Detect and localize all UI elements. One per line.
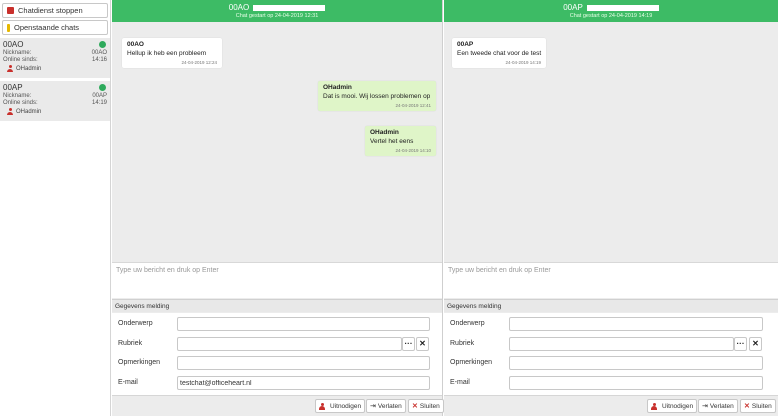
online-status-icon [99, 41, 106, 48]
message-text: Dat is mooi. Wij lossen problemen op [323, 93, 431, 100]
leave-button[interactable]: ⇥ Verlaten [366, 399, 406, 413]
user-icon [651, 402, 657, 410]
chat-entry-title: 00AP [3, 83, 23, 92]
message-text: Een tweede chat voor de test [457, 50, 542, 57]
chat-started-info: Chat gestart op 24-04-2019 14:19 [569, 13, 653, 19]
chat-list-item[interactable]: 00AP Nickname: 00AP Online sinds: 14:19 … [0, 81, 110, 122]
chat-footer: Uitnodigen ⇥ Verlaten ✕ Sluiten [444, 395, 778, 416]
subject-input[interactable] [177, 317, 430, 331]
message-input[interactable] [444, 263, 778, 298]
assigned-user: OHadmin [16, 65, 42, 72]
user-icon [7, 108, 13, 115]
close-label: Sluiten [751, 402, 772, 410]
email-field[interactable] [509, 376, 763, 390]
user-icon [319, 402, 325, 410]
subject-label: Onderwerp [450, 320, 485, 327]
stop-chat-service-button[interactable]: Chatdienst stoppen [2, 3, 108, 18]
close-label: Sluiten [419, 402, 440, 410]
chat-header: 00AO Chat gestart op 24-04-2019 12:31 [112, 0, 442, 22]
category-input[interactable] [509, 337, 734, 351]
subject-input[interactable] [509, 317, 763, 331]
invite-label: Uitnodigen [330, 402, 362, 410]
category-label: Rubriek [450, 340, 475, 347]
message-timestamp: 24-04-2019 14:10 [395, 148, 431, 153]
message-text: Vertel het eens [370, 138, 414, 145]
message-sender: 00AP [457, 41, 474, 48]
message-bubble: OHadmin Dat is mooi. Wij lossen probleme… [318, 81, 436, 111]
chat-title: 00AO [228, 3, 250, 12]
chat-started-info: Chat gestart op 24-04-2019 12:31 [235, 13, 319, 19]
open-chats-label: Openstaande chats [14, 23, 80, 32]
remarks-label: Opmerkingen [450, 359, 493, 366]
close-button[interactable]: ✕ Sluiten [740, 399, 776, 413]
chat-header: 00AP Chat gestart op 24-04-2019 14:19 [444, 0, 778, 22]
remarks-input[interactable] [177, 356, 430, 370]
online-since-value: 14:16 [91, 57, 107, 63]
close-button[interactable]: ✕ Sluiten [408, 399, 444, 413]
nickname-label: Nickname: [3, 93, 32, 99]
message-input[interactable] [112, 263, 442, 298]
exit-arrow-icon: ⇥ [370, 403, 376, 410]
online-status-icon [99, 84, 106, 91]
stop-chat-service-label: Chatdienst stoppen [18, 6, 83, 15]
chat-title: 00AP [563, 3, 583, 12]
online-since-label: Online sinds: [3, 100, 38, 106]
message-timestamp: 24-04-2019 12:24 [181, 60, 217, 65]
message-bubble: 00AP Een tweede chat voor de test 24-04-… [452, 38, 546, 68]
email-label: E-mail [450, 379, 470, 386]
email-field[interactable] [177, 376, 430, 390]
close-icon[interactable]: ✕ [749, 337, 762, 351]
section-title: Gegevens melding [112, 299, 442, 312]
remarks-label: Opmerkingen [118, 359, 161, 366]
close-icon: ✕ [744, 403, 750, 410]
online-since-label: Online sinds: [3, 57, 38, 63]
message-bubble: 00AO Hellup ik heb een probleem 24-04-20… [122, 38, 222, 68]
ellipsis-icon[interactable]: ··· [734, 337, 747, 351]
close-icon[interactable]: ✕ [416, 337, 429, 351]
message-input-area [112, 262, 442, 298]
redacted-block [253, 4, 326, 11]
assigned-user: OHadmin [16, 108, 42, 115]
ellipsis-icon[interactable]: ··· [402, 337, 415, 351]
message-sender: 00AO [127, 41, 144, 48]
report-form: Onderwerp Rubriek ··· ✕ Opmerkingen E-ma… [112, 313, 442, 395]
exclamation-icon [7, 23, 10, 32]
exit-arrow-icon: ⇥ [702, 403, 708, 410]
category-label: Rubriek [118, 340, 143, 347]
leave-label: Verlaten [377, 402, 402, 410]
invite-label: Uitnodigen [662, 402, 694, 410]
redacted-block [586, 4, 659, 11]
email-label: E-mail [118, 379, 138, 386]
leave-button[interactable]: ⇥ Verlaten [698, 399, 738, 413]
message-timestamp: 24-04-2019 14:19 [505, 60, 541, 65]
remarks-input[interactable] [509, 356, 763, 370]
chat-footer: Uitnodigen ⇥ Verlaten ✕ Sluiten [112, 395, 444, 416]
message-timestamp: 24-04-2019 12:41 [395, 103, 431, 108]
message-sender: OHadmin [323, 84, 352, 91]
message-sender: OHadmin [370, 129, 399, 136]
message-text: Hellup ik heb een probleem [127, 50, 207, 57]
chat-pane: 00AO Chat gestart op 24-04-2019 12:31 00… [112, 0, 444, 416]
section-title: Gegevens melding [444, 299, 778, 312]
open-chats-button[interactable]: Openstaande chats [2, 20, 108, 35]
subject-label: Onderwerp [118, 320, 153, 327]
online-since-value: 14:19 [91, 100, 107, 106]
leave-label: Verlaten [709, 402, 734, 410]
chat-pane: 00AP Chat gestart op 24-04-2019 14:19 00… [444, 0, 778, 416]
nickname-value: 00AP [92, 93, 107, 99]
chat-entry-title: 00AO [3, 40, 24, 49]
nickname-value: 00AO [91, 50, 107, 56]
invite-button[interactable]: Uitnodigen [315, 399, 366, 413]
report-form: Onderwerp Rubriek ··· ✕ Opmerkingen E-ma… [444, 313, 778, 395]
sidebar: Chatdienst stoppen Openstaande chats 00A… [0, 0, 111, 416]
close-icon: ✕ [412, 403, 418, 410]
chat-list-item[interactable]: 00AO Nickname: 00AO Online sinds: 14:16 … [0, 38, 110, 79]
message-input-area [444, 262, 778, 298]
stop-square-icon [7, 7, 14, 14]
invite-button[interactable]: Uitnodigen [647, 399, 698, 413]
category-input[interactable] [177, 337, 402, 351]
user-icon [7, 65, 13, 72]
message-bubble: OHadmin Vertel het eens 24-04-2019 14:10 [365, 126, 436, 156]
nickname-label: Nickname: [3, 50, 32, 56]
